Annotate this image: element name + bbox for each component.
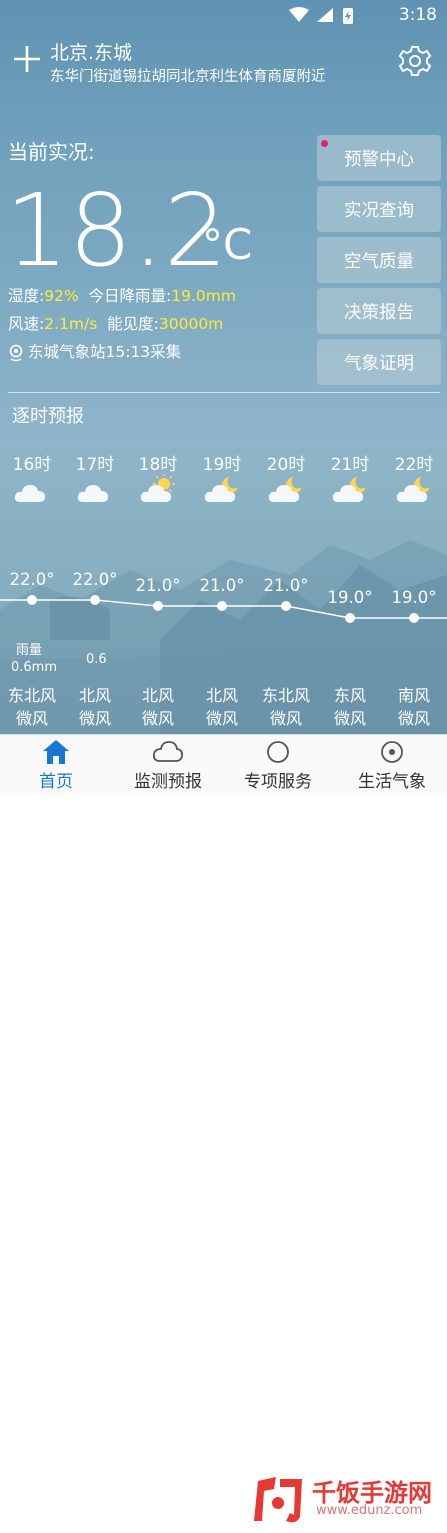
- humidity-rain-row: 湿度:92% 今日降雨量:19.0mm: [8, 284, 236, 306]
- clock: 3:18: [398, 5, 437, 25]
- life-icon: [381, 741, 403, 763]
- wind-direction: 南风: [397, 686, 430, 705]
- cloud-icon: [77, 485, 108, 502]
- wind-speed-label: 风速:: [8, 315, 45, 333]
- hourly-temperature: 19.0°: [391, 588, 437, 607]
- city-name[interactable]: 北京.东城: [50, 38, 132, 65]
- visibility-value: 30000m: [158, 315, 224, 333]
- humidity-label: 湿度:: [8, 287, 45, 305]
- wind-level: 微风: [141, 709, 174, 728]
- moon-cloud-icon: [204, 477, 238, 502]
- rain-amount-label: 雨量: [16, 643, 43, 658]
- tab-special-service[interactable]: 专项服务: [232, 735, 324, 795]
- hourly-wind: 东北风 微风: [2, 684, 62, 730]
- current-temperature: 18.2: [5, 172, 228, 289]
- temperature-point: [281, 601, 291, 611]
- temperature-point: [90, 595, 100, 605]
- sun-cloud-icon: [140, 474, 175, 502]
- hourly-time: 16时: [12, 455, 52, 475]
- weather-certificate-button[interactable]: 气象证明: [317, 339, 441, 385]
- temperature-point: [217, 601, 227, 611]
- wind-level: 微风: [397, 709, 430, 728]
- temperature-point: [345, 613, 355, 623]
- alert-dot: [321, 140, 328, 147]
- wind-level: 微风: [333, 709, 366, 728]
- wind-speed-value: 2.1m/s: [44, 315, 98, 333]
- watermark-logo: [254, 1477, 302, 1523]
- weather-screen: 3:18 北京.东城 东华门街道锡拉胡同北京利生体育商厦附近 当前实况: 18.…: [0, 0, 447, 734]
- wind-visibility-row: 风速:2.1m/s 能见度:30000m: [8, 312, 223, 334]
- hourly-time: 20时: [266, 455, 306, 475]
- hourly-temperature: 19.0°: [327, 588, 373, 607]
- service-icon: [267, 741, 289, 763]
- hourly-wind: 南风 微风: [384, 684, 444, 730]
- humidity-value: 92%: [44, 287, 79, 305]
- hourly-temperature: 21.0°: [135, 576, 181, 595]
- watermark: 千饭手游网 www.edunz.com: [250, 1471, 447, 1529]
- wind-level: 微风: [15, 709, 48, 728]
- home-icon: [43, 740, 69, 764]
- moon-cloud-icon: [268, 477, 302, 502]
- wind-direction: 东风: [333, 686, 366, 705]
- temperature-point: [409, 613, 419, 623]
- rain-value: 19.0mm: [171, 287, 236, 305]
- temperature-point: [153, 601, 163, 611]
- wind-direction: 东北风: [261, 686, 310, 705]
- tab-home[interactable]: 首页: [20, 735, 92, 795]
- wind-level: 微风: [269, 709, 302, 728]
- warning-center-button[interactable]: 预警中心: [317, 135, 441, 181]
- hourly-time: 17时: [75, 455, 115, 475]
- visibility-label: 能见度:: [107, 315, 159, 333]
- hourly-time: 22时: [394, 455, 434, 475]
- wind-level: 微风: [205, 709, 238, 728]
- status-icons: [287, 6, 387, 30]
- moon-cloud-icon: [332, 477, 366, 502]
- hourly-temperature: 22.0°: [72, 570, 118, 589]
- wind-direction: 北风: [141, 686, 174, 705]
- divider: [8, 392, 440, 393]
- hourly-wind: 北风 微风: [128, 684, 188, 730]
- bottom-tab-bar: 首页 监测预报 专项服务 生活气象 千饭手游网 www.edunz.com: [0, 734, 447, 1523]
- rain-label: 今日降雨量:: [88, 287, 172, 305]
- current-label: 当前实况:: [8, 140, 95, 164]
- temperature-unit: °C: [202, 220, 253, 269]
- wind-direction: 东北风: [7, 686, 56, 705]
- add-location-button[interactable]: [12, 44, 42, 74]
- rain-amount-value: 0.6: [86, 652, 107, 667]
- hourly-temperature: 22.0°: [9, 570, 55, 589]
- hourly-wind: 东北风 微风: [256, 684, 316, 730]
- location-pin-icon: [9, 344, 23, 361]
- status-bar: 3:18: [0, 0, 447, 30]
- side-button-group: 预警中心 实况查询 空气质量 决策报告 气象证明: [317, 135, 441, 390]
- station-info: 东城气象站15:13采集: [8, 340, 181, 362]
- moon-cloud-icon: [396, 477, 430, 502]
- hourly-wind: 东风 微风: [320, 684, 380, 730]
- wind-direction: 北风: [78, 686, 111, 705]
- cloud-outline-icon: [152, 741, 184, 762]
- hourly-wind: 北风 微风: [192, 684, 252, 730]
- gear-icon[interactable]: [398, 44, 432, 78]
- hourly-wind: 北风 微风: [65, 684, 125, 730]
- hourly-temperature: 21.0°: [263, 576, 309, 595]
- wind-direction: 北风: [205, 686, 238, 705]
- cloud-icon: [14, 485, 45, 502]
- temperature-point: [27, 595, 37, 605]
- decision-report-button[interactable]: 决策报告: [317, 288, 441, 334]
- wind-level: 微风: [78, 709, 111, 728]
- air-quality-button[interactable]: 空气质量: [317, 237, 441, 283]
- hourly-time: 21时: [330, 455, 370, 475]
- hourly-forecast-title: 逐时预报: [12, 406, 84, 427]
- hourly-time: 18时: [138, 455, 178, 475]
- tab-life-weather[interactable]: 生活气象: [346, 735, 438, 795]
- station-text: 东城气象站15:13采集: [28, 343, 182, 361]
- hourly-temperature: 21.0°: [199, 576, 245, 595]
- tab-monitoring[interactable]: 监测预报: [122, 735, 214, 795]
- watermark-url: www.edunz.com: [316, 1503, 423, 1518]
- location-address: 东华门街道锡拉胡同北京利生体育商厦附近: [50, 69, 326, 85]
- rain-amount-value: 0.6mm: [11, 660, 58, 675]
- live-query-button[interactable]: 实况查询: [317, 186, 441, 232]
- hourly-time: 19时: [202, 455, 242, 475]
